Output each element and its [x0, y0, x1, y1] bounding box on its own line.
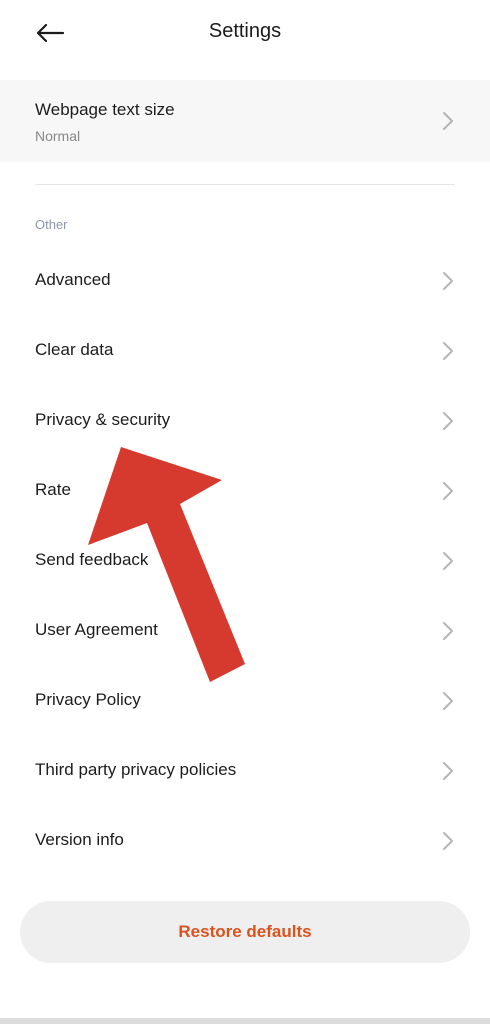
webpage-text-size-setting[interactable]: Webpage text size Normal	[0, 80, 490, 162]
chevron-right-icon	[443, 832, 453, 850]
settings-item-version-info[interactable]: Version info	[0, 806, 490, 876]
settings-item-send-feedback[interactable]: Send feedback	[0, 526, 490, 596]
settings-item-label: Rate	[35, 480, 71, 499]
page-title: Settings	[208, 20, 282, 42]
settings-item-user-agreement[interactable]: User Agreement	[0, 596, 490, 666]
restore-defaults-button[interactable]: Restore defaults	[20, 901, 470, 963]
chevron-right-icon	[443, 412, 453, 430]
settings-item-label: Privacy Policy	[35, 690, 141, 709]
settings-item-label: Clear data	[35, 340, 114, 359]
settings-item-label: Third party privacy policies	[35, 760, 237, 779]
chevron-right-icon	[443, 622, 453, 640]
settings-item-label: Send feedback	[35, 550, 149, 569]
settings-item-label: User Agreement	[35, 620, 158, 639]
settings-item-rate[interactable]: Rate	[0, 456, 490, 526]
chevron-right-icon	[443, 692, 453, 710]
settings-item-advanced[interactable]: Advanced	[0, 246, 490, 316]
webpage-text-size-title: Webpage text size	[35, 100, 175, 119]
app-header: Settings	[0, 0, 490, 66]
bottom-edge-bar	[0, 1018, 490, 1024]
chevron-right-icon	[443, 112, 453, 130]
settings-item-clear-data[interactable]: Clear data	[0, 316, 490, 386]
settings-item-third-party-privacy[interactable]: Third party privacy policies	[0, 736, 490, 806]
section-label-other: Other	[35, 217, 68, 232]
settings-item-privacy-security[interactable]: Privacy & security	[0, 386, 490, 456]
chevron-right-icon	[443, 552, 453, 570]
chevron-right-icon	[443, 762, 453, 780]
chevron-right-icon	[443, 272, 453, 290]
settings-item-label: Privacy & security	[35, 410, 171, 429]
settings-item-privacy-policy[interactable]: Privacy Policy	[0, 666, 490, 736]
webpage-text-size-value: Normal	[35, 128, 81, 144]
settings-item-label: Version info	[35, 830, 124, 849]
divider	[35, 184, 455, 185]
settings-item-label: Advanced	[35, 270, 111, 289]
chevron-right-icon	[443, 482, 453, 500]
chevron-right-icon	[443, 342, 453, 360]
